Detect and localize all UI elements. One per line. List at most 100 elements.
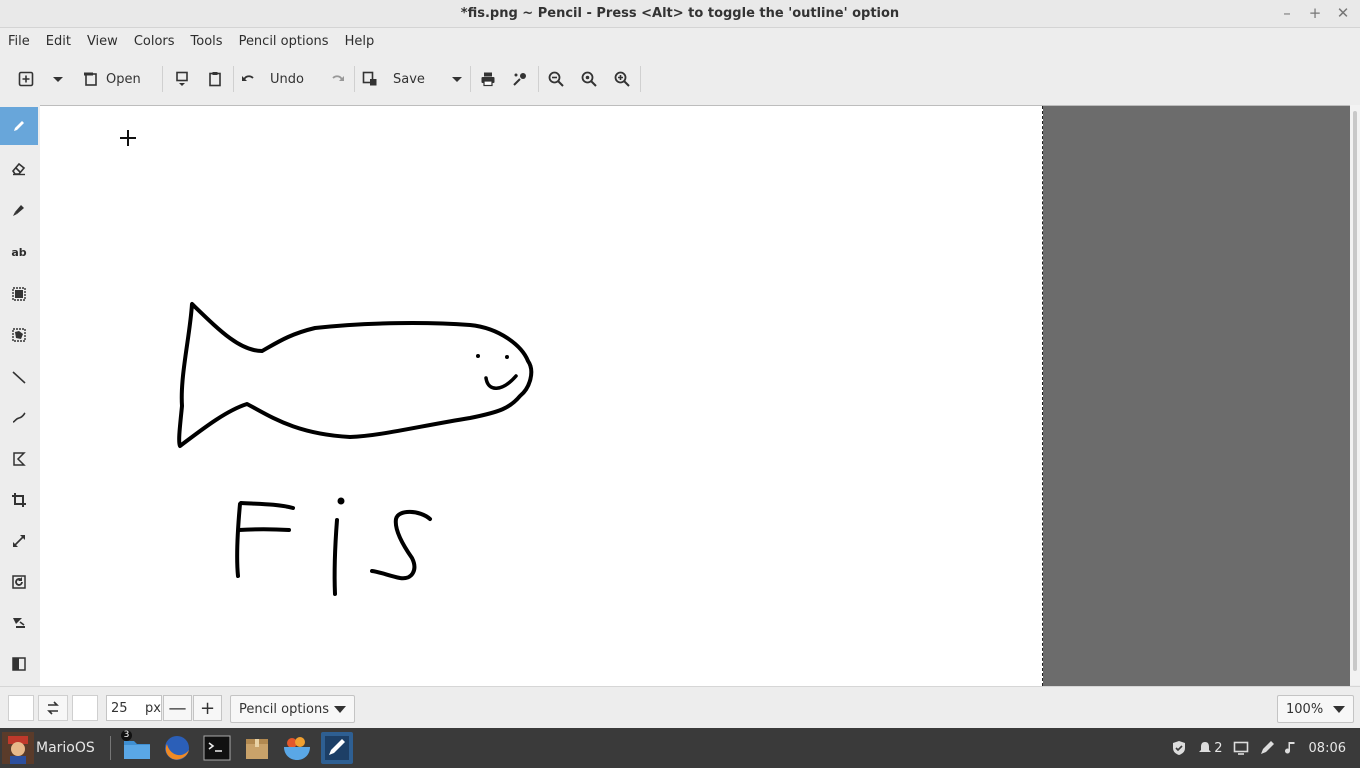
tool-size-unit: px (145, 700, 161, 716)
right-color-button[interactable] (72, 695, 98, 721)
undo-label: Undo (270, 71, 304, 87)
zoom-in-button[interactable] (610, 64, 634, 94)
start-menu-button[interactable]: MarioOS (2, 730, 95, 766)
crop-icon (12, 493, 26, 507)
left-color-button[interactable] (8, 695, 34, 721)
taskbar-pencil-app[interactable] (321, 732, 353, 764)
drawing-layer (120, 130, 534, 596)
size-decrease-button[interactable]: — (163, 695, 192, 721)
bowl-icon (284, 737, 310, 760)
tool-text[interactable]: ab (0, 233, 38, 271)
eyedropper-icon (513, 73, 526, 86)
taskbar-firefox[interactable] (161, 732, 193, 764)
pencil-icon (14, 121, 24, 131)
redo-button[interactable] (326, 64, 350, 94)
taskbar-files[interactable]: 3 (121, 730, 153, 764)
pencil-options-label: Pencil options (239, 701, 329, 717)
zoom-in-icon (614, 71, 630, 87)
chevron-down-icon (451, 77, 462, 82)
pencil-options-dropdown[interactable]: Pencil options (230, 695, 355, 723)
options-bar: px — + Pencil options 100% (0, 686, 1360, 729)
menu-help[interactable]: Help (337, 34, 383, 49)
zoom-out-button[interactable] (544, 64, 568, 94)
toolbar-separator (354, 66, 355, 92)
scale-icon (13, 535, 25, 547)
tool-curve[interactable] (0, 399, 38, 437)
fish-drawing (177, 302, 534, 448)
tool-rotate[interactable] (0, 563, 38, 601)
swap-icon (47, 701, 59, 715)
volume-music-icon[interactable] (1284, 740, 1299, 756)
tool-eraser[interactable] (0, 149, 38, 187)
menu-pencil-options[interactable]: Pencil options (231, 34, 337, 49)
menu-colors[interactable]: Colors (126, 34, 183, 49)
color-picker-button[interactable] (508, 64, 532, 94)
tool-skew[interactable] (0, 645, 38, 683)
save-options-dropdown[interactable] (445, 64, 469, 94)
open-button[interactable]: Open (82, 64, 141, 94)
menu-file[interactable]: File (0, 34, 38, 49)
toolbar-separator (640, 66, 641, 92)
crosshair-cursor (120, 130, 136, 146)
canvas-viewport[interactable] (40, 105, 1350, 686)
zoom-original-button[interactable] (577, 64, 601, 94)
tool-filters[interactable] (0, 604, 38, 642)
taskbar-terminal[interactable] (201, 732, 233, 764)
print-button[interactable] (476, 64, 500, 94)
firefox-icon (165, 736, 189, 760)
close-button[interactable]: ✕ (1334, 4, 1352, 22)
tool-size-field[interactable]: px (106, 695, 162, 721)
menu-tools[interactable]: Tools (183, 34, 231, 49)
taskbar-separator (110, 736, 111, 760)
window-title: *fis.png ~ Pencil - Press <Alt> to toggl… (460, 6, 900, 21)
paste-button[interactable] (203, 64, 227, 94)
zoom-value: 100% (1286, 701, 1324, 717)
zoom-dropdown[interactable]: 100% (1277, 695, 1354, 723)
security-shield-icon[interactable] (1171, 740, 1187, 756)
skew-icon (12, 657, 26, 671)
fish-eye (476, 354, 480, 358)
eraser-icon (11, 162, 26, 176)
save-button[interactable]: Save (362, 64, 425, 94)
save-label: Save (393, 71, 425, 87)
menu-view[interactable]: View (79, 34, 126, 49)
tool-line[interactable] (0, 358, 38, 396)
text-tool-label: ab (11, 245, 27, 259)
toolbar-separator (538, 66, 539, 92)
tool-highlighter[interactable] (0, 191, 38, 229)
new-options-dropdown[interactable] (46, 64, 70, 94)
fish-eye (505, 355, 509, 359)
pen-tray-icon[interactable] (1259, 740, 1275, 756)
scrollbar-thumb[interactable] (1353, 111, 1357, 671)
notifications-indicator[interactable]: 2 (1197, 740, 1223, 756)
tool-free-selection[interactable] (0, 316, 38, 354)
tool-size-input[interactable] (107, 700, 133, 716)
toolbar-separator (470, 66, 471, 92)
open-label: Open (106, 71, 141, 87)
taskbar-game[interactable] (281, 732, 313, 764)
toolbar-separator (162, 66, 163, 92)
vertical-scrollbar[interactable] (1350, 105, 1360, 685)
rect-selection-icon (12, 287, 26, 301)
display-icon[interactable] (1233, 740, 1249, 756)
tool-shape[interactable] (0, 440, 38, 478)
menu-bar: File Edit View Colors Tools Pencil optio… (0, 28, 1360, 54)
size-increase-button[interactable]: + (193, 695, 222, 721)
new-image-button[interactable] (14, 64, 38, 94)
tool-rect-selection[interactable] (0, 275, 38, 313)
maximize-button[interactable]: + (1306, 4, 1324, 22)
undo-button[interactable]: Undo (240, 64, 304, 94)
tool-pencil[interactable] (0, 107, 38, 145)
menu-edit[interactable]: Edit (38, 34, 79, 49)
copy-button[interactable] (170, 64, 194, 94)
taskbar-archive[interactable] (241, 732, 273, 764)
curve-icon (12, 412, 26, 423)
minimize-button[interactable]: – (1278, 4, 1296, 22)
clock[interactable]: 08:06 (1309, 741, 1346, 756)
redo-icon (332, 75, 344, 81)
tool-scale[interactable] (0, 522, 38, 560)
drawing-canvas[interactable] (40, 106, 1043, 686)
tool-crop[interactable] (0, 481, 38, 519)
swap-colors-button[interactable] (38, 695, 68, 721)
tools-panel: ab (0, 105, 38, 685)
